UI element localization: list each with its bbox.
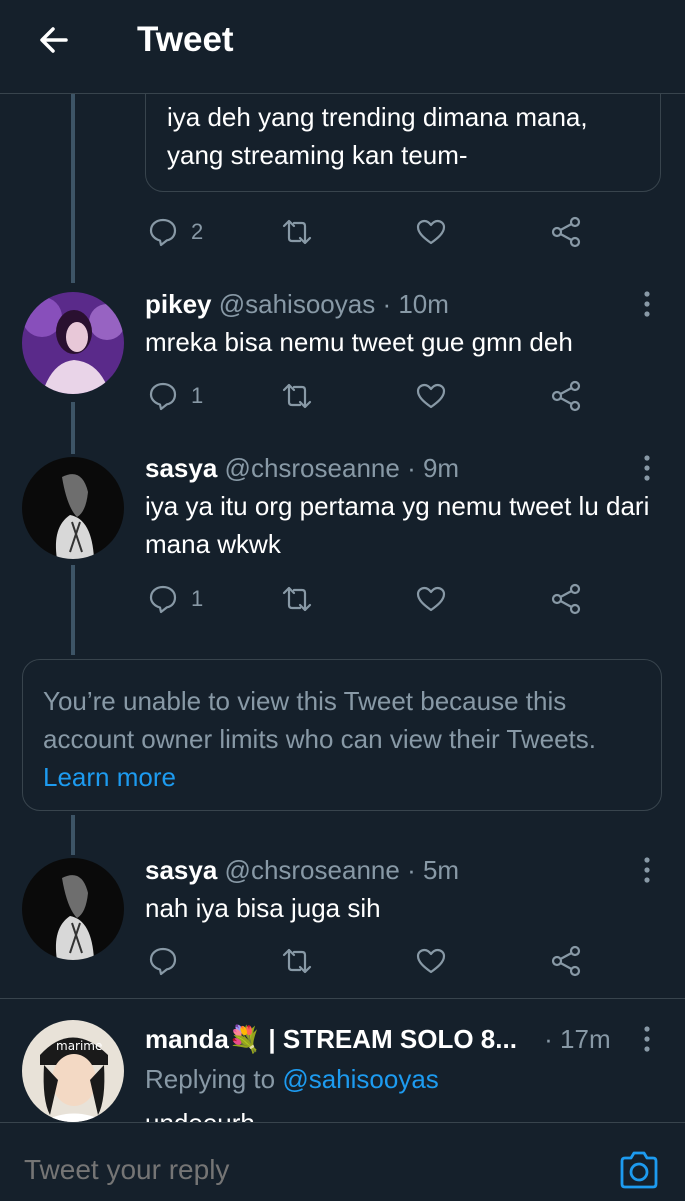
reply-count: 1 <box>191 383 204 408</box>
share-button[interactable] <box>550 579 582 619</box>
reply-button[interactable]: 1 <box>147 376 203 416</box>
avatar[interactable] <box>22 292 124 394</box>
display-name[interactable]: sasya <box>145 453 217 483</box>
share-button[interactable] <box>550 941 582 981</box>
retweet-icon <box>282 219 312 245</box>
reply-button[interactable] <box>147 941 191 981</box>
thread-line <box>71 565 75 655</box>
divider <box>0 998 685 999</box>
tweet-header: pikey @sahisooyas · 10m <box>145 289 449 320</box>
like-icon <box>416 383 446 409</box>
like-icon <box>416 219 446 245</box>
reply-button[interactable]: 2 <box>147 212 203 252</box>
tweet-actions <box>145 941 665 981</box>
timestamp: · 10m <box>382 289 449 319</box>
reply-composer <box>0 1122 685 1201</box>
like-button[interactable] <box>415 941 447 981</box>
like-button[interactable] <box>415 376 447 416</box>
tweet-text: mreka bisa nemu tweet gue gmn deh <box>145 327 573 357</box>
avatar[interactable]: marime <box>22 1020 124 1122</box>
retweet-button[interactable] <box>281 579 313 619</box>
unavailable-tweet-notice: You’re unable to view this Tweet because… <box>22 659 662 811</box>
tweet-actions: 1 <box>145 579 665 619</box>
reply-icon <box>149 585 177 614</box>
like-icon <box>416 586 446 612</box>
thread-line <box>71 402 75 454</box>
top-bar: Tweet <box>0 0 685 94</box>
retweet-button[interactable] <box>281 941 313 981</box>
tweet-actions: 2 <box>145 212 665 252</box>
tweet-text: iya ya itu org pertama yg nemu tweet lu … <box>145 491 650 559</box>
tweet-actions: 1 <box>145 376 665 416</box>
learn-more-link[interactable]: Learn more <box>43 762 176 792</box>
more-icon[interactable] <box>640 1024 654 1054</box>
thread-line <box>71 93 75 283</box>
replying-to-handle[interactable]: @sahisooyas <box>282 1064 438 1094</box>
like-button[interactable] <box>415 212 447 252</box>
share-icon <box>551 583 581 615</box>
share-button[interactable] <box>550 212 582 252</box>
replying-to-label: Replying to <box>145 1064 276 1094</box>
avatar[interactable] <box>22 457 124 559</box>
timestamp: · 17m <box>544 1024 611 1054</box>
camera-icon[interactable] <box>618 1151 660 1189</box>
reply-icon <box>149 218 177 247</box>
share-icon <box>551 945 581 977</box>
svg-text:marime: marime <box>56 1039 102 1053</box>
avatar[interactable] <box>22 858 124 960</box>
timestamp: · 9m <box>407 453 460 483</box>
tweet-header: sasya @chsroseanne · 9m <box>145 453 459 484</box>
share-icon <box>551 216 581 248</box>
retweet-button[interactable] <box>281 212 313 252</box>
more-icon[interactable] <box>640 289 654 319</box>
like-button[interactable] <box>415 579 447 619</box>
retweet-icon <box>282 948 312 974</box>
share-icon <box>551 380 581 412</box>
tweet-header: manda💐 | STREAM SOLO 8... · 17m <box>145 1024 611 1055</box>
more-icon[interactable] <box>640 453 654 483</box>
reply-icon <box>149 382 177 411</box>
display-name[interactable]: pikey <box>145 289 212 319</box>
handle[interactable]: @sahisooyas <box>219 289 375 319</box>
timestamp: · 5m <box>407 855 460 885</box>
notice-text: You’re unable to view this Tweet because… <box>43 686 596 754</box>
thread-line <box>71 815 75 855</box>
replying-to: Replying to @sahisooyas <box>145 1064 439 1095</box>
reply-count: 2 <box>191 219 204 244</box>
reply-icon <box>149 947 177 976</box>
tweet-text: nah iya bisa juga sih <box>145 893 381 923</box>
display-name[interactable]: manda💐 | STREAM SOLO 8... <box>145 1024 517 1054</box>
retweet-icon <box>282 383 312 409</box>
retweet-icon <box>282 586 312 612</box>
tweet-text: iya deh yang trending dimana mana, yang … <box>167 102 588 170</box>
tweet-header: sasya @chsroseanne · 5m <box>145 855 459 886</box>
reply-count: 1 <box>191 586 204 611</box>
more-icon[interactable] <box>640 855 654 885</box>
handle[interactable]: @chsroseanne <box>225 453 400 483</box>
retweet-button[interactable] <box>281 376 313 416</box>
like-icon <box>416 948 446 974</box>
reply-button[interactable]: 1 <box>147 579 203 619</box>
share-button[interactable] <box>550 376 582 416</box>
display-name[interactable]: sasya <box>145 855 217 885</box>
back-arrow-icon[interactable] <box>36 22 72 58</box>
reply-input[interactable] <box>22 1153 586 1187</box>
page-title: Tweet <box>137 20 234 59</box>
handle[interactable]: @chsroseanne <box>225 855 400 885</box>
